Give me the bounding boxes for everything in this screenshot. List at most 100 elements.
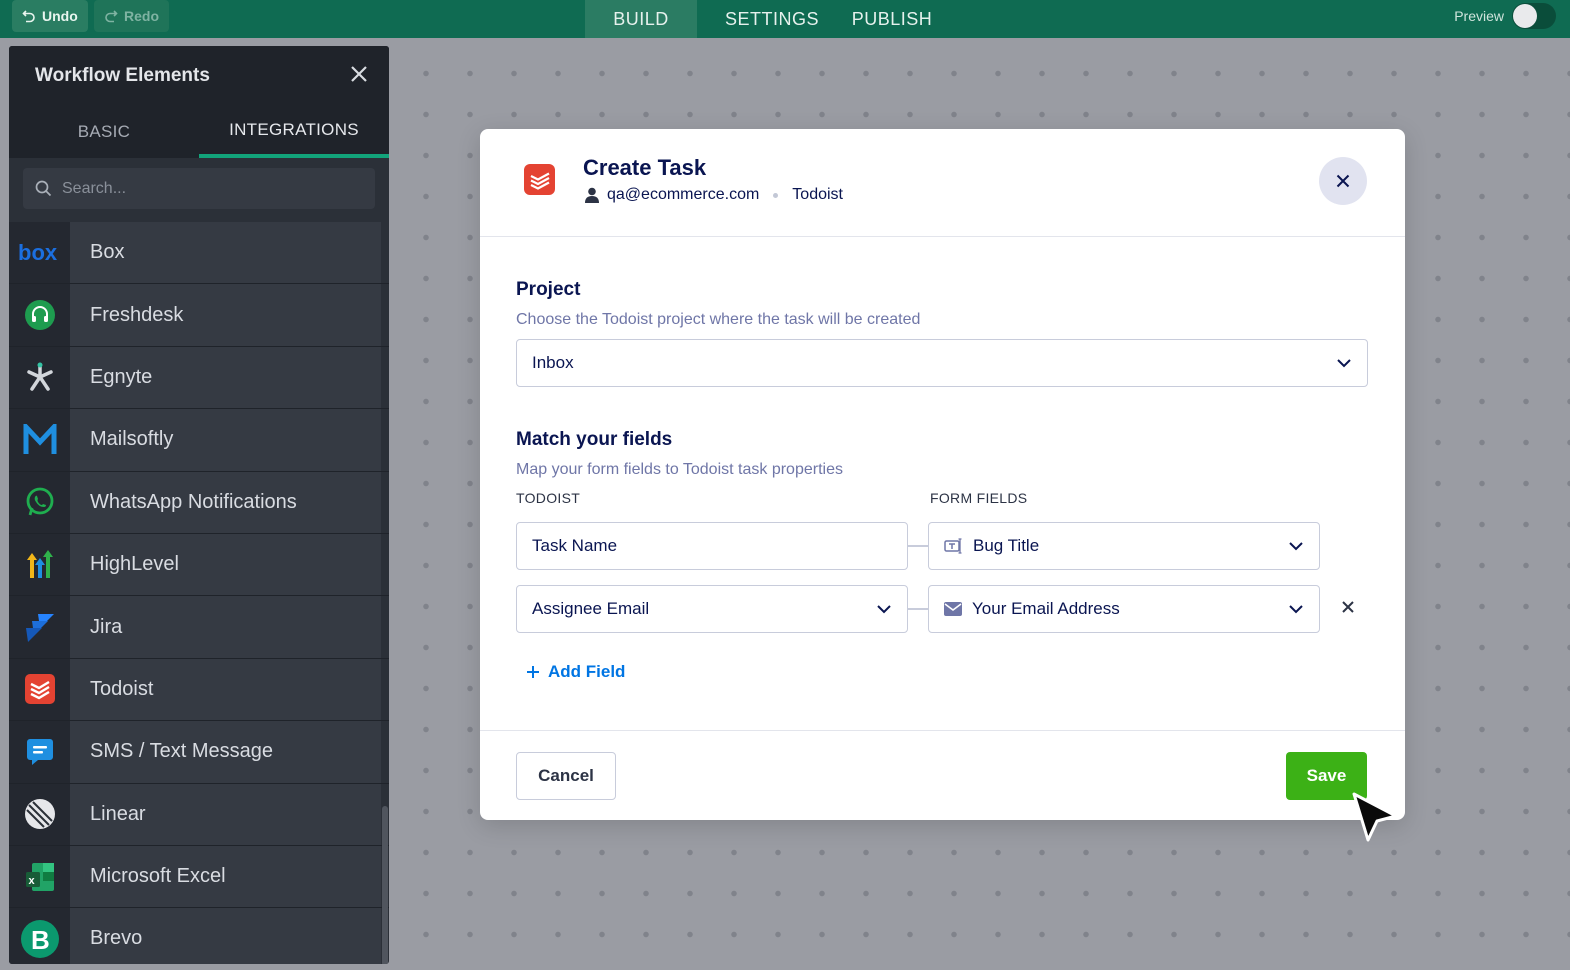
list-item-label: Freshdesk [70,284,381,346]
search-icon [35,180,52,197]
list-item[interactable]: HighLevel [9,533,389,597]
dialog-header: Create Task qa@ecommerce.com Todoist [480,129,1405,237]
list-item-label: Egnyte [70,346,381,409]
match-section-description: Map your form fields to Todoist task pro… [516,461,843,478]
highlevel-icon [9,533,70,596]
undo-icon [22,10,35,23]
tab-build[interactable]: BUILD [585,0,697,38]
list-item[interactable]: box Box [9,222,389,285]
chevron-down-icon [1289,542,1303,551]
form-field-select[interactable]: Your Email Address [928,585,1320,633]
box-icon: box [9,222,70,284]
search-input[interactable] [62,179,362,198]
project-select-value: Inbox [532,353,574,372]
todoist-logo-icon [524,164,555,195]
list-item-label: HighLevel [70,533,381,596]
list-item[interactable]: Egnyte [9,346,389,410]
todoist-icon [9,658,70,721]
whatsapp-icon [9,471,70,533]
list-item[interactable]: Todoist [9,658,389,722]
create-task-dialog: Create Task qa@ecommerce.com Todoist Pro… [480,129,1405,820]
tab-basic[interactable]: BASIC [9,106,199,158]
preview-control: Preview [1454,0,1556,32]
linear-icon [9,783,70,845]
close-icon [1342,601,1354,613]
dialog-subtitle: qa@ecommerce.com Todoist [585,186,843,204]
text-field-icon [944,538,963,554]
close-icon[interactable] [347,63,371,89]
svg-text:B: B [31,925,50,955]
list-item[interactable]: Jira [9,596,389,659]
cancel-button[interactable]: Cancel [516,752,616,800]
sms-icon [9,721,70,783]
dialog-close-button[interactable] [1319,157,1367,205]
form-field-value: Your Email Address [972,599,1120,618]
list-item[interactable]: Linear [9,783,389,846]
email-icon [944,602,962,616]
list-item[interactable]: B Brevo [9,908,389,964]
mouse-pointer-icon [1352,792,1398,842]
search-box [23,168,375,209]
project-select[interactable]: Inbox [516,339,1368,387]
list-item-label: SMS / Text Message [70,721,381,783]
separator-dot [773,192,779,198]
undo-button[interactable]: Undo [12,0,88,32]
todoist-field-label: Task Name [532,536,618,555]
brevo-icon: B [9,908,70,964]
list-item[interactable]: WhatsApp Notifications [9,471,389,534]
remove-row-button[interactable] [1340,599,1356,615]
list-item-label: Linear [70,783,381,845]
close-icon [1336,174,1350,188]
workflow-elements-panel: Workflow Elements BASIC INTEGRATIONS box… [9,46,389,964]
list-item-label: WhatsApp Notifications [70,471,381,533]
top-bar: Undo Redo BUILD SETTINGS PUBLISH Preview [0,0,1570,38]
chevron-down-icon [877,605,891,614]
panel-tabs: BASIC INTEGRATIONS [9,106,389,158]
list-item-label: Jira [70,596,381,658]
undo-label: Undo [42,8,78,24]
preview-toggle[interactable] [1512,3,1556,29]
panel-title: Workflow Elements [35,65,210,86]
tab-integrations[interactable]: INTEGRATIONS [199,106,389,158]
preview-label: Preview [1454,8,1504,24]
todoist-column-header: TODOIST [516,490,581,506]
chevron-down-icon [1289,605,1303,614]
plus-icon [527,666,539,678]
user-icon [585,187,599,203]
match-section-title: Match your fields [516,429,673,450]
list-item[interactable]: SMS / Text Message [9,721,389,784]
list-item[interactable]: x Microsoft Excel [9,845,389,909]
list-item-label: Brevo [70,908,381,964]
todoist-field-label: Assignee Email [532,599,650,618]
project-section-title: Project [516,279,581,300]
dialog-title: Create Task [583,155,707,180]
redo-button[interactable]: Redo [94,0,169,32]
add-field-label: Add Field [548,662,626,681]
dialog-footer: Cancel Save [480,730,1405,820]
search-area [9,158,389,222]
chevron-down-icon [1337,359,1351,368]
service-name: Todoist [792,186,843,203]
integration-list: box Box Freshdesk Egnyte Mailsoftly What… [9,222,389,964]
form-field-select[interactable]: Bug Title [928,522,1320,570]
egnyte-icon [9,346,70,409]
redo-label: Redo [124,8,159,24]
excel-icon: x [9,845,70,908]
todoist-field-select[interactable]: Assignee Email [516,585,908,633]
tab-settings[interactable]: SETTINGS [697,0,847,38]
freshdesk-icon [9,284,70,346]
add-field-button[interactable]: Add Field [526,662,625,682]
list-item-label: Mailsoftly [70,409,381,471]
jira-icon [9,596,70,658]
tab-publish[interactable]: PUBLISH [847,0,937,38]
project-section-description: Choose the Todoist project where the tas… [516,311,921,328]
svg-text:x: x [28,875,35,887]
scrollbar-thumb[interactable] [382,806,388,964]
panel-header: Workflow Elements [9,46,389,106]
mailsoftly-icon [9,409,70,471]
account-email: qa@ecommerce.com [607,186,760,203]
field-connector [908,608,928,610]
list-item-label: Microsoft Excel [70,845,381,908]
list-item[interactable]: Mailsoftly [9,409,389,472]
list-item[interactable]: Freshdesk [9,284,389,347]
